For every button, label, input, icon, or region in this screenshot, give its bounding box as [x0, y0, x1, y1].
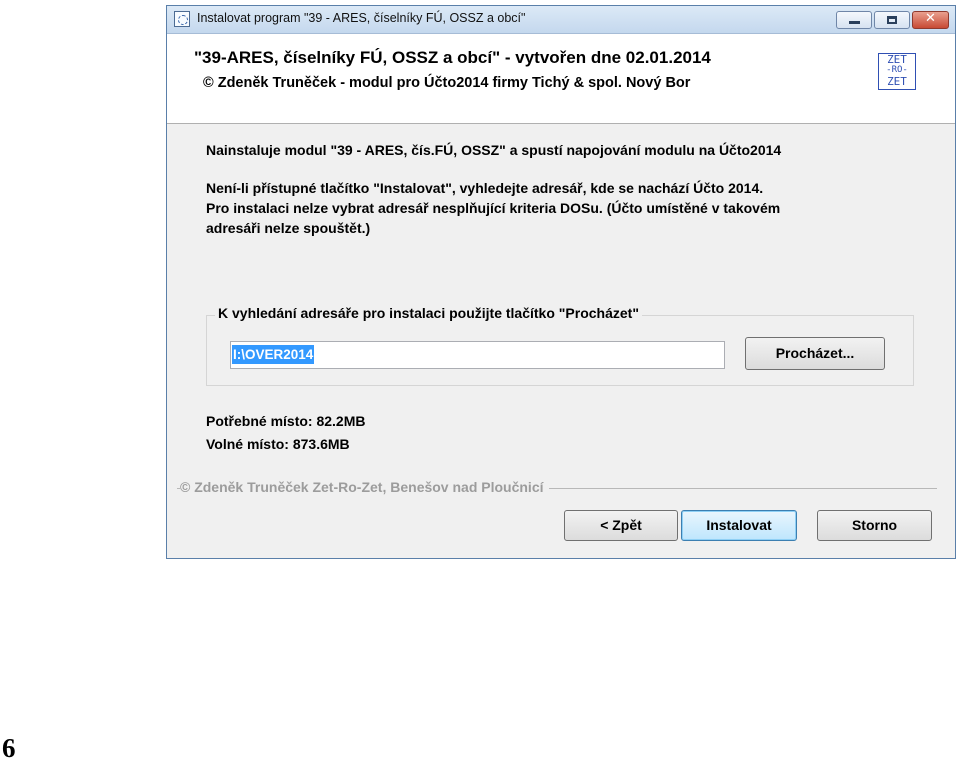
browse-button[interactable]: Procházet...: [745, 337, 885, 370]
app-icon[interactable]: [174, 11, 190, 27]
header-title: "39-ARES, číselníky FÚ, OSSZ a obcí" - v…: [194, 48, 711, 67]
intro-text: Nainstaluje modul "39 - ARES, čís.FÚ, OS…: [206, 142, 782, 158]
directory-groupbox-label: K vyhledání adresáře pro instalaci použi…: [215, 305, 642, 321]
free-space: Volné místo: 873.6MB: [206, 436, 350, 452]
cancel-button[interactable]: Storno: [817, 510, 932, 541]
minimize-button[interactable]: [836, 11, 872, 29]
maximize-icon: [887, 16, 897, 24]
logo-line-3: ZET: [887, 75, 907, 88]
install-button[interactable]: Instalovat: [681, 510, 797, 541]
note-line-3: adresáři nelze spouštět.): [206, 220, 371, 236]
zet-ro-zet-logo: ZET -RO- ZET: [878, 53, 916, 90]
header-subtitle: © Zdeněk Truněček - modul pro Účto2014 f…: [203, 75, 691, 91]
title-bar[interactable]: Instalovat program "39 - ARES, číselníky…: [167, 6, 955, 34]
note-line-1: Není-li přístupné tlačítko "Instalovat",…: [206, 180, 764, 196]
window-title: Instalovat program "39 - ARES, číselníky…: [197, 11, 526, 25]
close-icon: ✕: [925, 11, 936, 26]
back-button[interactable]: < Zpět: [564, 510, 678, 541]
maximize-button[interactable]: [874, 11, 910, 29]
installer-window: Instalovat program "39 - ARES, číselníky…: [166, 5, 956, 559]
page-number: 6: [2, 733, 16, 763]
note-line-2: Pro instalaci nelze vybrat adresář nespl…: [206, 200, 781, 216]
install-path-selected-text: I:\OVER2014: [232, 345, 315, 364]
footer-credit: © Zdeněk Truněček Zet-Ro-Zet, Benešov na…: [180, 479, 549, 495]
logo-line-1: ZET: [887, 53, 907, 66]
header-band: "39-ARES, číselníky FÚ, OSSZ a obcí" - v…: [167, 34, 955, 124]
close-button[interactable]: ✕: [912, 11, 949, 29]
required-space: Potřebné místo: 82.2MB: [206, 413, 366, 429]
minimize-icon: [849, 21, 860, 24]
